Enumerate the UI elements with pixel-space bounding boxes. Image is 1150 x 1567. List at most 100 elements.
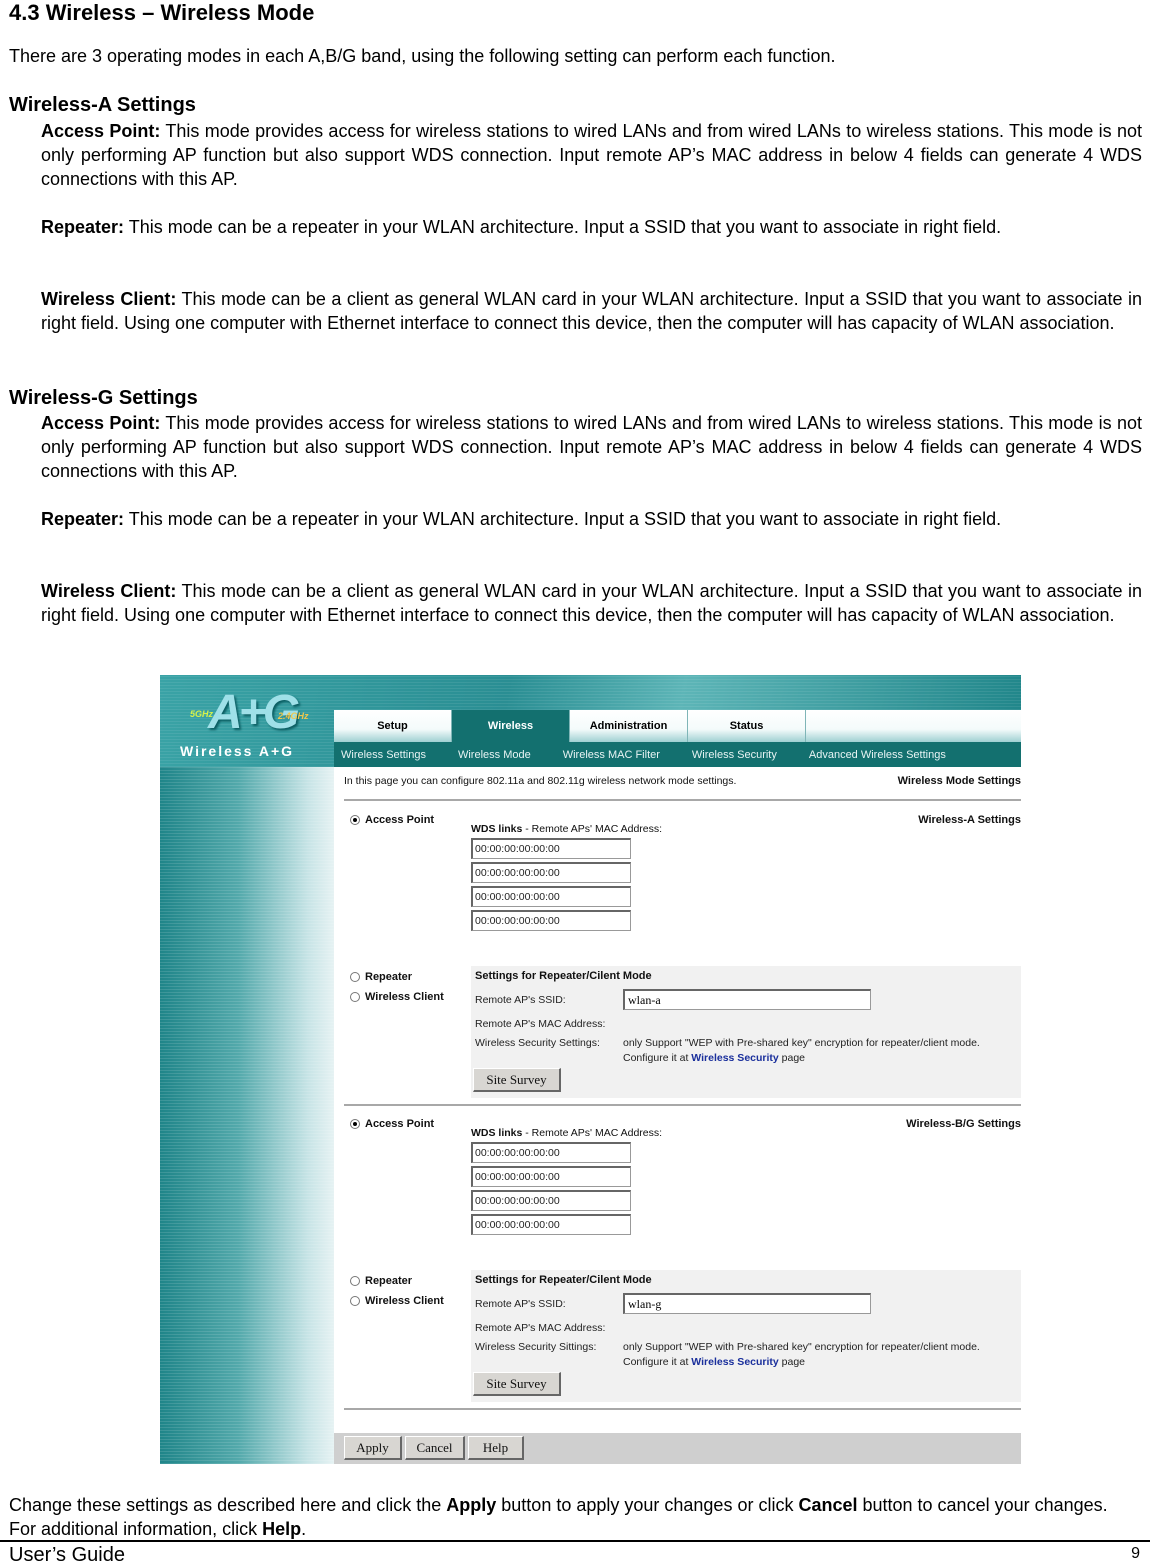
g-wds-mac-2[interactable]: [471, 1166, 631, 1187]
desc: This mode provides access for wireless s…: [41, 121, 1142, 189]
g-repeater-desc: Repeater: This mode can be a repeater in…: [41, 507, 1142, 531]
radio-selected-icon[interactable]: [350, 1119, 360, 1129]
term: Repeater:: [41, 509, 125, 529]
panel-title: Settings for Repeater/Cilent Mode: [475, 970, 652, 982]
text: Change these settings as described here …: [9, 1495, 447, 1515]
tab-status[interactable]: Status: [688, 710, 806, 742]
radio-label: Repeater: [365, 971, 413, 983]
wds-title-bold: WDS links: [471, 1127, 523, 1139]
wds-title-suffix: - Remote APs' MAC Address:: [522, 823, 663, 835]
desc: This mode can be a repeater in your WLAN…: [124, 509, 1002, 529]
g-mode-repeater[interactable]: Repeater: [350, 1275, 412, 1287]
a-wds-mac-2[interactable]: [471, 862, 631, 883]
ssid-label: Remote AP's SSID:: [475, 1298, 566, 1310]
closing-paragraph: Change these settings as described here …: [9, 1493, 1139, 1541]
a-remote-ssid-input[interactable]: [623, 989, 871, 1010]
radio-unselected-icon[interactable]: [350, 972, 360, 982]
cancel-button[interactable]: Cancel: [405, 1436, 465, 1460]
a-mode-repeater[interactable]: Repeater: [350, 971, 412, 983]
g-remote-ssid-input[interactable]: [623, 1293, 871, 1314]
subnav-mac-filter[interactable]: Wireless MAC Filter: [563, 749, 660, 761]
a-wds-links: WDS links - Remote APs' MAC Address:: [471, 823, 662, 934]
apply-term: Apply: [446, 1495, 497, 1515]
panel-title: Settings for Repeater/Cilent Mode: [475, 1274, 652, 1286]
text: button to apply your changes or click: [496, 1495, 799, 1515]
g-client-desc: Wireless Client: This mode can be a clie…: [41, 579, 1142, 627]
security-label: Wireless Security Sittings:: [475, 1341, 597, 1353]
help-button[interactable]: Help: [468, 1436, 524, 1460]
note-post: page: [778, 1052, 806, 1064]
radio-unselected-icon[interactable]: [350, 992, 360, 1002]
a-mode-wireless-client[interactable]: Wireless Client: [350, 991, 444, 1003]
note-pre: Configure it at: [623, 1356, 692, 1368]
wds-title-suffix: - Remote APs' MAC Address:: [522, 1127, 663, 1139]
desc: This mode can be a client as general WLA…: [41, 581, 1142, 625]
g-repeater-settings-panel: Settings for Repeater/Cilent Mode Remote…: [471, 1270, 1021, 1402]
security-note: only Support "WEP with Pre-shared key" e…: [623, 1340, 980, 1370]
term: Wireless Client:: [41, 581, 177, 601]
a-repeater-settings-panel: Settings for Repeater/Cilent Mode Remote…: [471, 966, 1021, 1098]
g-mode-access-point[interactable]: Access Point: [350, 1118, 434, 1130]
g-site-survey-button[interactable]: Site Survey: [473, 1372, 561, 1396]
help-term: Help: [262, 1519, 302, 1539]
a-wds-mac-1[interactable]: [471, 838, 631, 859]
tab-spacer: [806, 710, 1021, 742]
sidebar-wireless-a-label: Wireless-A Settings: [918, 814, 1021, 826]
wireless-a-heading: Wireless-A Settings: [9, 94, 196, 116]
divider: [344, 1104, 1021, 1106]
wireless-g-heading: Wireless-G Settings: [9, 387, 198, 409]
radio-label: Wireless Client: [365, 991, 444, 1003]
g-wds-mac-1[interactable]: [471, 1142, 631, 1163]
a-site-survey-button[interactable]: Site Survey: [473, 1068, 561, 1092]
radio-unselected-icon[interactable]: [350, 1296, 360, 1306]
radio-selected-icon[interactable]: [350, 815, 360, 825]
main-content: In this page you can configure 802.11a a…: [334, 767, 1021, 1464]
tab-setup[interactable]: Setup: [334, 710, 452, 742]
wds-title-bold: WDS links: [471, 823, 523, 835]
sub-navigation: Wireless Settings Wireless Mode Wireless…: [334, 742, 1021, 767]
apply-button[interactable]: Apply: [344, 1436, 402, 1460]
security-note: only Support "WEP with Pre-shared key" e…: [623, 1036, 980, 1066]
wireless-security-link[interactable]: Wireless Security: [691, 1052, 778, 1064]
g-access-point-desc: Access Point: This mode provides access …: [41, 411, 1142, 483]
footer-title: User’s Guide: [9, 1544, 125, 1566]
g-mode-wireless-client[interactable]: Wireless Client: [350, 1295, 444, 1307]
router-ui-screenshot: 5GHz A+G 2.4GHz Wireless A+G Setup Wirel…: [160, 675, 1021, 1464]
desc: This mode can be a repeater in your WLAN…: [124, 217, 1002, 237]
section-heading: 4.3 Wireless – Wireless Mode: [9, 0, 315, 25]
action-bar: Apply Cancel Help: [334, 1433, 1021, 1464]
logo-name: Wireless A+G: [180, 743, 295, 759]
a-mode-access-point[interactable]: Access Point: [350, 814, 434, 826]
main-tabs: Setup Wireless Administration Status: [334, 710, 1021, 742]
term: Wireless Client:: [41, 289, 177, 309]
radio-label: Access Point: [365, 814, 435, 826]
subnav-advanced-settings[interactable]: Advanced Wireless Settings: [809, 749, 946, 761]
g-wds-mac-4[interactable]: [471, 1214, 631, 1235]
divider: [344, 1408, 1021, 1410]
subnav-wireless-settings[interactable]: Wireless Settings: [341, 749, 426, 761]
note-text: only Support "WEP with Pre-shared key" e…: [623, 1037, 980, 1049]
note-pre: Configure it at: [623, 1052, 692, 1064]
logo: 5GHz A+G 2.4GHz Wireless A+G: [178, 685, 328, 763]
desc: This mode can be a client as general WLA…: [41, 289, 1142, 333]
note-post: page: [778, 1356, 806, 1368]
tab-administration[interactable]: Administration: [570, 710, 688, 742]
tab-wireless[interactable]: Wireless: [452, 710, 570, 742]
sidebar: [160, 767, 334, 1464]
term: Access Point:: [41, 121, 161, 141]
mac-label: Remote AP's MAC Address:: [475, 1018, 606, 1030]
radio-label: Wireless Client: [365, 1295, 444, 1307]
term: Repeater:: [41, 217, 125, 237]
subnav-wireless-mode[interactable]: Wireless Mode: [458, 749, 531, 761]
cancel-term: Cancel: [798, 1495, 858, 1515]
wireless-security-link[interactable]: Wireless Security: [691, 1356, 778, 1368]
g-wds-mac-3[interactable]: [471, 1190, 631, 1211]
radio-unselected-icon[interactable]: [350, 1276, 360, 1286]
desc: This mode provides access for wireless s…: [41, 413, 1142, 481]
g-wds-links: WDS links - Remote APs' MAC Address:: [471, 1127, 662, 1238]
a-wds-mac-4[interactable]: [471, 910, 631, 931]
radio-label: Repeater: [365, 1275, 413, 1287]
subnav-wireless-security[interactable]: Wireless Security: [692, 749, 777, 761]
a-wds-mac-3[interactable]: [471, 886, 631, 907]
page-number: 9: [1131, 1545, 1140, 1562]
